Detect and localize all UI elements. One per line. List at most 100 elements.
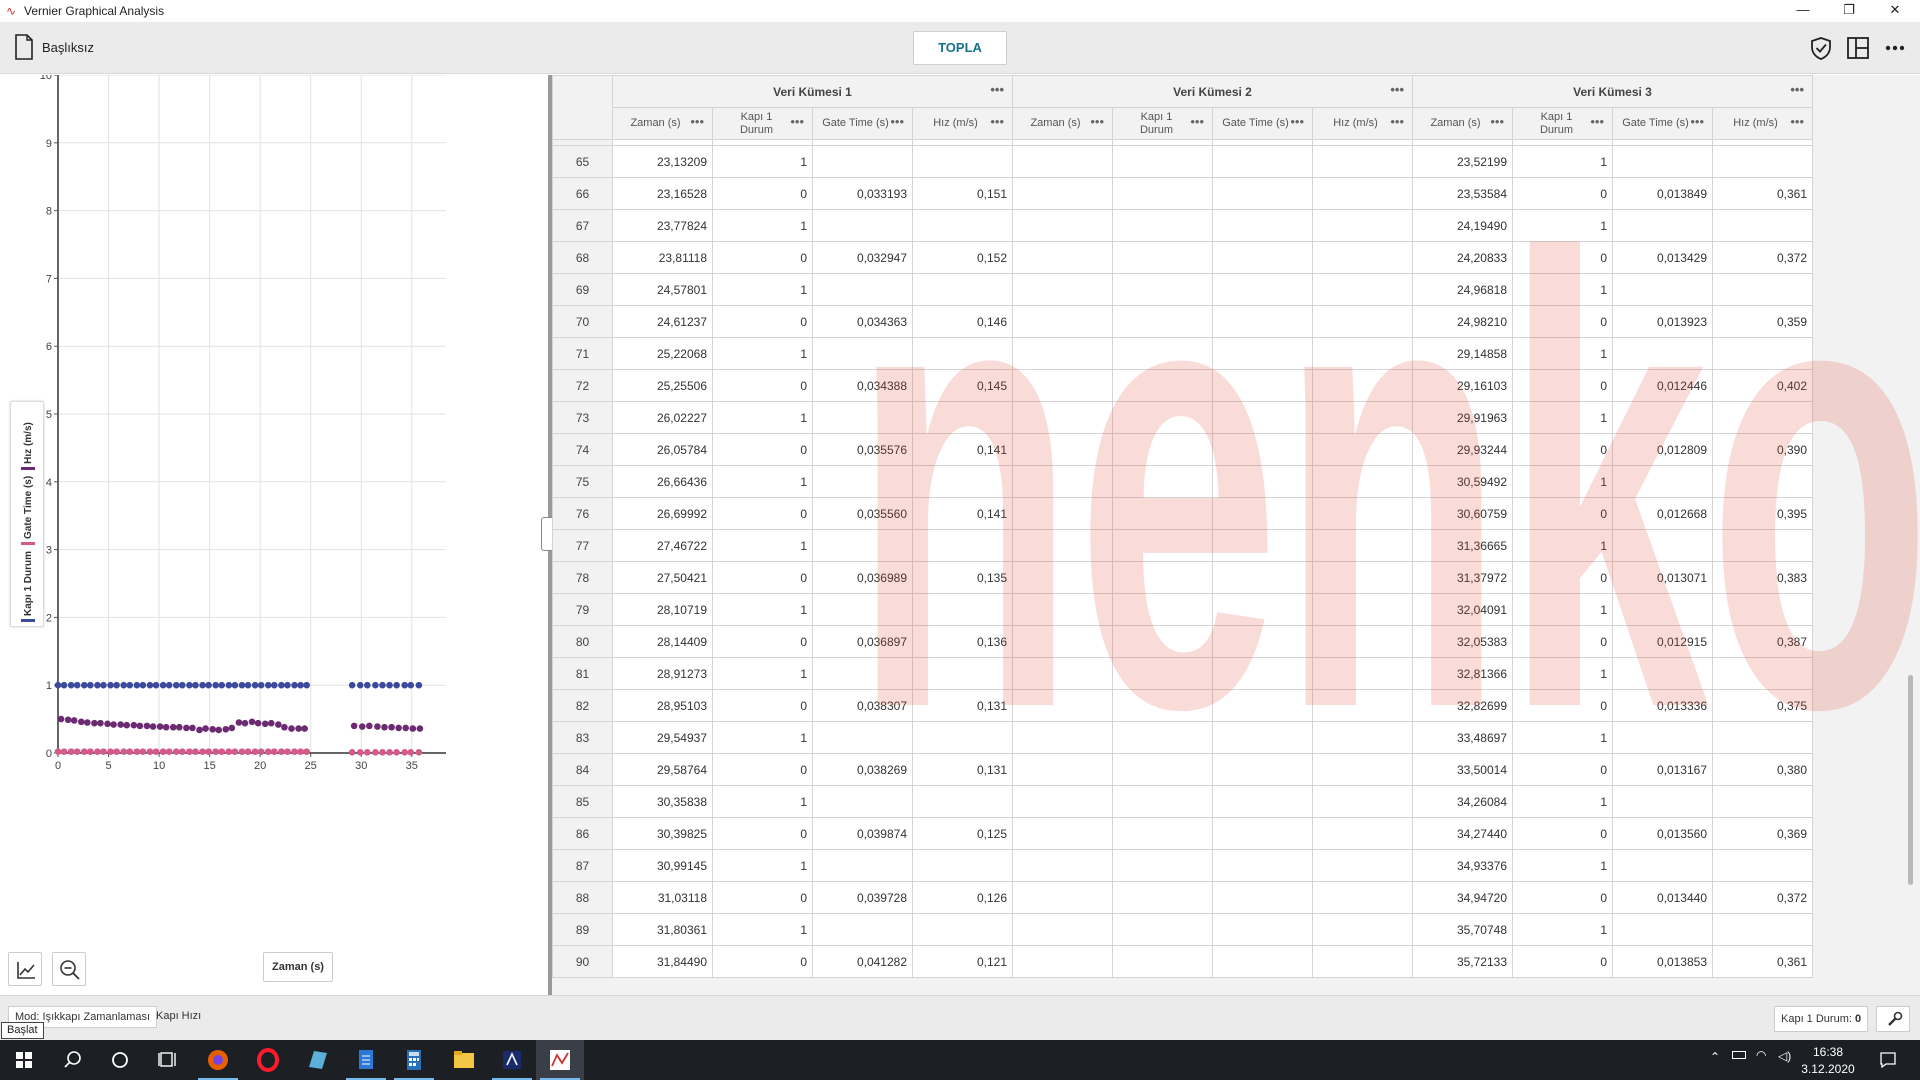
table-cell[interactable] — [1312, 401, 1413, 434]
table-cell[interactable] — [1012, 337, 1113, 370]
table-cell[interactable] — [1312, 465, 1413, 498]
table-row[interactable]: 68 23,81118 0 0,032947 0,152 24,20833 0 0,01342… — [552, 241, 1813, 274]
column-header[interactable]: Gate Time (s) ••• — [1212, 107, 1313, 140]
table-cell[interactable] — [1712, 593, 1813, 626]
table-cell[interactable] — [1012, 945, 1113, 978]
table-cell[interactable] — [1012, 657, 1113, 690]
table-cell[interactable] — [812, 913, 913, 946]
table-cell[interactable]: 0,390 — [1712, 433, 1813, 466]
table-cell[interactable]: 0,395 — [1712, 497, 1813, 530]
table-cell[interactable]: 0,012446 — [1612, 369, 1713, 402]
taskbar-calculator[interactable] — [390, 1040, 438, 1080]
table-cell[interactable] — [1212, 273, 1313, 306]
table-cell[interactable] — [1612, 209, 1713, 242]
table-cell[interactable] — [812, 465, 913, 498]
table-cell[interactable] — [1212, 881, 1313, 914]
table-cell[interactable]: 30,99145 — [612, 849, 713, 882]
table-cell[interactable] — [1312, 305, 1413, 338]
table-cell[interactable] — [1612, 273, 1713, 306]
taskbar-firefox[interactable] — [194, 1040, 242, 1080]
table-cell[interactable] — [912, 145, 1013, 178]
table-cell[interactable]: 0,131 — [912, 689, 1013, 722]
table-cell[interactable]: 30,60759 — [1412, 497, 1513, 530]
table-cell[interactable]: 0,013167 — [1612, 753, 1713, 786]
minimize-button[interactable]: — — [1780, 0, 1826, 22]
table-row[interactable]: 77 27,46722 1 31,36665 1 — [552, 529, 1813, 562]
column-header[interactable]: Hız (m/s) ••• — [912, 107, 1013, 140]
table-cell[interactable] — [812, 401, 913, 434]
table-row[interactable]: 82 28,95103 0 0,038307 0,131 32,82699 0 0,01333… — [552, 689, 1813, 722]
table-cell[interactable] — [1112, 241, 1213, 274]
table-cell[interactable]: 0 — [712, 817, 813, 850]
table-cell[interactable]: 1 — [712, 337, 813, 370]
column-header[interactable]: Kapı 1 Durum ••• — [1112, 107, 1213, 140]
table-cell[interactable] — [1212, 145, 1313, 178]
table-cell[interactable] — [1112, 593, 1213, 626]
table-cell[interactable]: 28,14409 — [612, 625, 713, 658]
table-cell[interactable] — [1312, 337, 1413, 370]
table-cell[interactable] — [1312, 177, 1413, 210]
table-cell[interactable]: 0 — [1512, 497, 1613, 530]
table-cell[interactable] — [1312, 689, 1413, 722]
table-cell[interactable]: 30,39825 — [612, 817, 713, 850]
table-cell[interactable]: 26,05784 — [612, 433, 713, 466]
table-cell[interactable]: 29,58764 — [612, 753, 713, 786]
taskbar-word[interactable] — [342, 1040, 390, 1080]
table-cell[interactable] — [1012, 561, 1113, 594]
table-cell[interactable]: 0,036989 — [812, 561, 913, 594]
table-cell[interactable] — [1112, 401, 1213, 434]
table-cell[interactable] — [1212, 817, 1313, 850]
table-cell[interactable]: 0,145 — [912, 369, 1013, 402]
table-cell[interactable]: 1 — [712, 273, 813, 306]
table-cell[interactable]: 23,53584 — [1412, 177, 1513, 210]
table-cell[interactable]: 0,126 — [912, 881, 1013, 914]
table-cell[interactable] — [812, 849, 913, 882]
table-cell[interactable] — [1612, 657, 1713, 690]
table-cell[interactable]: 0,041282 — [812, 945, 913, 978]
battery-icon[interactable] — [1732, 1051, 1746, 1059]
table-cell[interactable]: 34,93376 — [1412, 849, 1513, 882]
more-options-icon[interactable] — [1882, 35, 1908, 61]
table-cell[interactable] — [1112, 209, 1213, 242]
table-cell[interactable] — [1212, 465, 1313, 498]
table-cell[interactable] — [1712, 401, 1813, 434]
column-menu-icon[interactable]: ••• — [1190, 115, 1204, 128]
table-cell[interactable]: 0 — [1512, 177, 1613, 210]
table-cell[interactable] — [912, 657, 1013, 690]
table-cell[interactable] — [1712, 721, 1813, 754]
table-cell[interactable] — [1612, 465, 1713, 498]
table-cell[interactable] — [1112, 177, 1213, 210]
table-cell[interactable] — [1212, 241, 1313, 274]
table-row[interactable]: 69 24,57801 1 24,96818 1 — [552, 273, 1813, 306]
table-cell[interactable] — [1012, 817, 1113, 850]
table-cell[interactable]: 0 — [712, 177, 813, 210]
table-cell[interactable]: 0,034388 — [812, 369, 913, 402]
table-cell[interactable] — [1612, 785, 1713, 818]
table-cell[interactable] — [1212, 497, 1313, 530]
restore-button[interactable]: ❐ — [1826, 0, 1872, 22]
table-cell[interactable] — [1212, 209, 1313, 242]
table-cell[interactable] — [912, 273, 1013, 306]
table-cell[interactable]: 26,02227 — [612, 401, 713, 434]
table-row[interactable]: 78 27,50421 0 0,036989 0,135 31,37972 0 0,01307… — [552, 561, 1813, 594]
taskbar-app-notes[interactable] — [294, 1040, 342, 1080]
table-cell[interactable]: 29,93244 — [1412, 433, 1513, 466]
table-cell[interactable]: 0 — [1512, 625, 1613, 658]
table-cell[interactable] — [1312, 529, 1413, 562]
table-cell[interactable] — [1112, 657, 1213, 690]
table-cell[interactable]: 23,81118 — [612, 241, 713, 274]
table-cell[interactable] — [1612, 721, 1713, 754]
data-table[interactable]: Veri Kümesi 1 ••• Veri Kümesi 2 ••• Veri Küm… — [552, 75, 1813, 978]
table-cell[interactable] — [1312, 241, 1413, 274]
table-cell[interactable] — [912, 465, 1013, 498]
table-cell[interactable] — [1112, 785, 1213, 818]
table-cell[interactable]: 0,012809 — [1612, 433, 1713, 466]
column-menu-icon[interactable]: ••• — [1490, 115, 1504, 128]
column-header[interactable]: Kapı 1 Durum ••• — [1512, 107, 1613, 140]
column-header[interactable]: Hız (m/s) ••• — [1312, 107, 1413, 140]
table-cell[interactable]: 30,35838 — [612, 785, 713, 818]
table-cell[interactable] — [1312, 593, 1413, 626]
table-cell[interactable] — [1712, 913, 1813, 946]
table-cell[interactable] — [1112, 689, 1213, 722]
table-cell[interactable] — [1312, 881, 1413, 914]
